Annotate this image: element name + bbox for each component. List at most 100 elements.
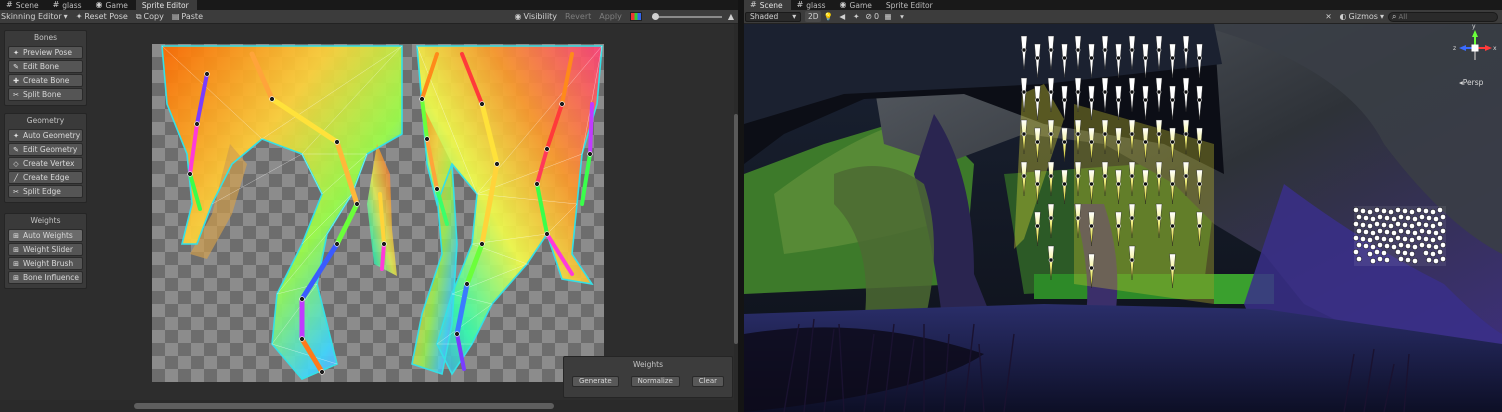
preview-pose-button[interactable]: ✦ Preview Pose xyxy=(8,46,83,59)
spike-handle[interactable] xyxy=(1089,223,1094,229)
spike-handle[interactable] xyxy=(1075,47,1081,53)
spike-handle[interactable] xyxy=(1102,131,1108,137)
tab-game[interactable]: ◉ Game xyxy=(834,0,880,10)
spike-handle[interactable] xyxy=(1116,223,1121,229)
split-edge-button[interactable]: ✂ Split Edge xyxy=(8,185,83,198)
spike-handle[interactable] xyxy=(1048,257,1054,263)
spike-handle[interactable] xyxy=(1075,173,1081,179)
spike-handle[interactable] xyxy=(1021,131,1027,137)
tab-scene[interactable]: # Scene xyxy=(0,0,47,10)
weight-slider-button[interactable]: ⊞ Weight Slider xyxy=(8,243,83,256)
spike-handle[interactable] xyxy=(1089,265,1094,271)
spike-handle[interactable] xyxy=(1048,89,1054,95)
hidden-objects-toggle[interactable]: ⊘ 0 xyxy=(863,10,881,24)
spike-handle[interactable] xyxy=(1089,55,1094,61)
revert-button[interactable]: Revert xyxy=(561,10,595,24)
shading-mode-dropdown[interactable]: Shaded ▾ xyxy=(744,10,805,24)
create-bone-button[interactable]: ✚ Create Bone xyxy=(8,74,83,87)
reset-pose-button[interactable]: ✦ Reset Pose xyxy=(72,10,132,24)
spike-handle[interactable] xyxy=(1075,131,1081,137)
mode-dropdown[interactable]: Skinning Editor ▾ xyxy=(0,10,72,24)
tab-glass[interactable]: # glass xyxy=(791,0,834,10)
spike-handle[interactable] xyxy=(1143,139,1148,145)
spike-handle[interactable] xyxy=(1129,215,1135,221)
scene-search-input[interactable]: ⌕ All xyxy=(1388,11,1498,22)
spike-handle[interactable] xyxy=(1048,47,1054,53)
spike-handle[interactable] xyxy=(1062,139,1067,145)
spike-handle[interactable] xyxy=(1183,131,1189,137)
tab-glass[interactable]: # glass xyxy=(47,0,90,10)
spike-handle[interactable] xyxy=(1075,215,1081,221)
spike-handle[interactable] xyxy=(1048,215,1054,221)
spike-handle[interactable] xyxy=(1143,181,1148,187)
apply-button[interactable]: Apply xyxy=(595,10,626,24)
lighting-icon[interactable]: 💡 xyxy=(821,11,835,22)
spike-handle[interactable] xyxy=(1035,55,1040,61)
spike-handle[interactable] xyxy=(1170,181,1175,187)
spike-handle[interactable] xyxy=(1183,173,1189,179)
spike-handle[interactable] xyxy=(1062,97,1067,103)
spike-handle[interactable] xyxy=(1035,223,1040,229)
split-bone-button[interactable]: ✂ Split Bone xyxy=(8,88,83,101)
spike-handle[interactable] xyxy=(1021,89,1027,95)
copy-button[interactable]: ⧉ Copy xyxy=(132,10,168,24)
create-edge-button[interactable]: ╱ Create Edge xyxy=(8,171,83,184)
effects-icon[interactable]: ✦ xyxy=(849,11,863,22)
horizontal-scroll-thumb[interactable] xyxy=(134,403,554,409)
spike-handle[interactable] xyxy=(1102,173,1108,179)
spike-handle[interactable] xyxy=(1129,257,1135,263)
spike-handle[interactable] xyxy=(1048,173,1054,179)
spike-handle[interactable] xyxy=(1062,55,1067,61)
2d-toggle[interactable]: 2D xyxy=(805,11,822,22)
spike-handle[interactable] xyxy=(1156,47,1162,53)
spike-handle[interactable] xyxy=(1156,131,1162,137)
spike-handle[interactable] xyxy=(1170,97,1175,103)
tools-icon[interactable]: ✕ xyxy=(1322,11,1336,22)
weight-brush-button[interactable]: ⊞ Weight Brush xyxy=(8,257,83,270)
edit-bone-button[interactable]: ✎ Edit Bone xyxy=(8,60,83,73)
spike-handle[interactable] xyxy=(1129,131,1135,137)
visibility-button[interactable]: ◉ Visibility xyxy=(511,10,562,24)
zoom-slider[interactable] xyxy=(651,12,722,20)
spike-handle[interactable] xyxy=(1035,181,1040,187)
edit-geometry-button[interactable]: ✎ Edit Geometry xyxy=(8,143,83,156)
spike-handle[interactable] xyxy=(1089,181,1094,187)
spike-handle[interactable] xyxy=(1197,139,1202,145)
gizmos-dropdown[interactable]: ◐ Gizmos ▾ xyxy=(1336,10,1388,24)
color-channel-icon[interactable] xyxy=(629,12,642,21)
tab-sprite-editor[interactable]: Sprite Editor xyxy=(880,0,941,10)
spike-handle[interactable] xyxy=(1143,97,1148,103)
auto-weights-button[interactable]: ⊞ Auto Weights xyxy=(8,229,83,242)
create-vertex-button[interactable]: ◇ Create Vertex xyxy=(8,157,83,170)
horizontal-scrollbar[interactable] xyxy=(0,400,738,412)
spike-handle[interactable] xyxy=(1197,223,1202,229)
spike-handle[interactable] xyxy=(1089,97,1094,103)
spike-handle[interactable] xyxy=(1116,55,1121,61)
spike-handle[interactable] xyxy=(1089,139,1094,145)
spike-handle[interactable] xyxy=(1048,131,1054,137)
spike-handle[interactable] xyxy=(1143,55,1148,61)
spike-handle[interactable] xyxy=(1197,55,1202,61)
spike-handle[interactable] xyxy=(1197,181,1202,187)
chevron-down-icon[interactable]: ▾ xyxy=(895,11,909,22)
spike-handle[interactable] xyxy=(1116,139,1121,145)
auto-geometry-button[interactable]: ✦ Auto Geometry xyxy=(8,129,83,142)
paste-button[interactable]: ▤ Paste xyxy=(168,10,207,24)
spike-handle[interactable] xyxy=(1183,47,1189,53)
spike-handle[interactable] xyxy=(1035,139,1040,145)
spike-handle[interactable] xyxy=(1170,55,1175,61)
spike-handle[interactable] xyxy=(1156,173,1162,179)
clear-button[interactable]: Clear xyxy=(691,376,724,387)
spike-handle[interactable] xyxy=(1035,97,1040,103)
sprite-canvas[interactable] xyxy=(152,44,604,382)
spike-handle[interactable] xyxy=(1116,181,1121,187)
spike-handle[interactable] xyxy=(1102,47,1108,53)
spike-handle[interactable] xyxy=(1156,89,1162,95)
spike-handle[interactable] xyxy=(1129,89,1135,95)
spike-handle[interactable] xyxy=(1170,139,1175,145)
spike-handle[interactable] xyxy=(1170,223,1175,229)
generate-button[interactable]: Generate xyxy=(572,376,619,387)
tab-scene[interactable]: # Scene xyxy=(744,0,791,10)
grid-snap-icon[interactable]: ▦ xyxy=(881,11,895,22)
spike-handle[interactable] xyxy=(1183,89,1189,95)
